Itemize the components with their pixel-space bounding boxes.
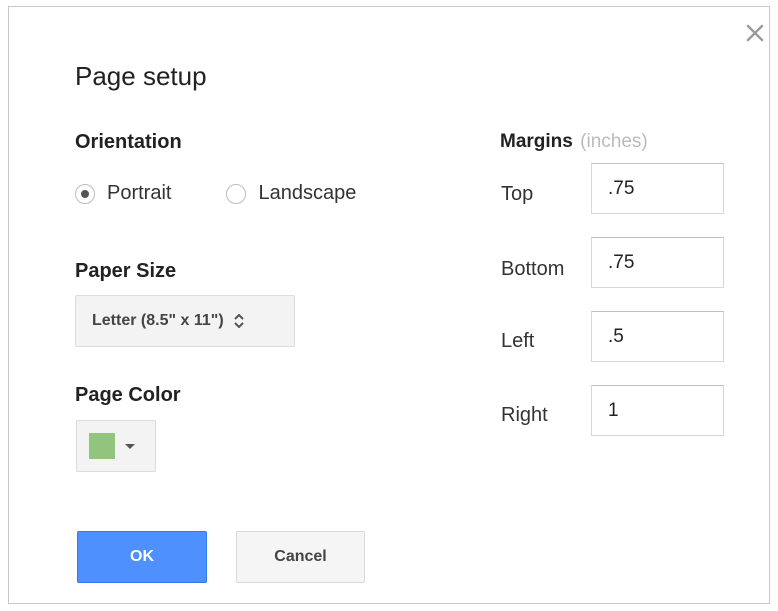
cancel-button[interactable]: Cancel: [236, 531, 365, 583]
chevron-down-icon: [125, 443, 135, 449]
radio-checked-icon: [75, 183, 95, 204]
close-icon: [746, 24, 764, 42]
margin-right-label: Right: [501, 404, 548, 426]
select-arrows-icon: [233, 314, 244, 328]
margin-bottom-label: Bottom: [501, 258, 565, 280]
ok-button[interactable]: OK: [77, 531, 207, 583]
portrait-radio[interactable]: Portrait: [75, 182, 171, 205]
margins-label: Margins: [500, 131, 573, 152]
margin-bottom-input[interactable]: [591, 237, 724, 288]
paper-size-label: Paper Size: [75, 260, 177, 282]
orientation-label: Orientation: [75, 131, 182, 153]
margin-right-input[interactable]: [591, 385, 724, 436]
color-swatch: [89, 433, 115, 459]
dialog-title: Page setup: [75, 61, 207, 91]
page-setup-dialog: Page setup Orientation Portrait Landscap…: [8, 6, 770, 604]
portrait-label: Portrait: [107, 182, 172, 204]
margins-unit: (inches): [580, 131, 648, 152]
radio-unchecked-icon: [226, 183, 247, 204]
close-button[interactable]: [742, 20, 768, 46]
margin-left-input[interactable]: [591, 311, 724, 362]
landscape-radio[interactable]: Landscape: [226, 182, 356, 205]
margin-top-label: Top: [501, 183, 534, 205]
margin-left-label: Left: [501, 330, 535, 352]
margin-top-input[interactable]: [591, 163, 724, 214]
paper-size-select[interactable]: Letter (8.5" x 11"): [75, 295, 295, 347]
paper-size-value: Letter (8.5" x 11"): [92, 312, 224, 329]
page-color-label: Page Color: [75, 384, 181, 406]
page-color-picker[interactable]: [76, 420, 156, 472]
orientation-radio-group: Portrait Landscape: [75, 182, 356, 205]
margins-heading: Margins (inches): [500, 131, 648, 153]
landscape-label: Landscape: [258, 182, 357, 204]
